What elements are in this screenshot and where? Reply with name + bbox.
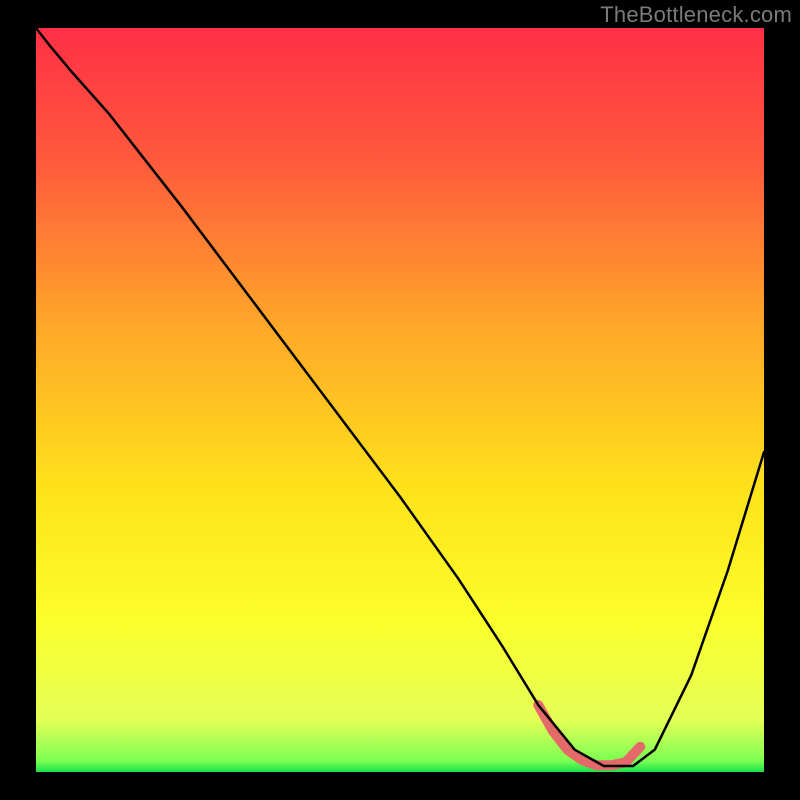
watermark-text: TheBottleneck.com xyxy=(600,2,792,28)
gradient-background xyxy=(36,28,764,772)
chart-container: TheBottleneck.com xyxy=(0,0,800,800)
bottleneck-chart xyxy=(0,0,800,800)
